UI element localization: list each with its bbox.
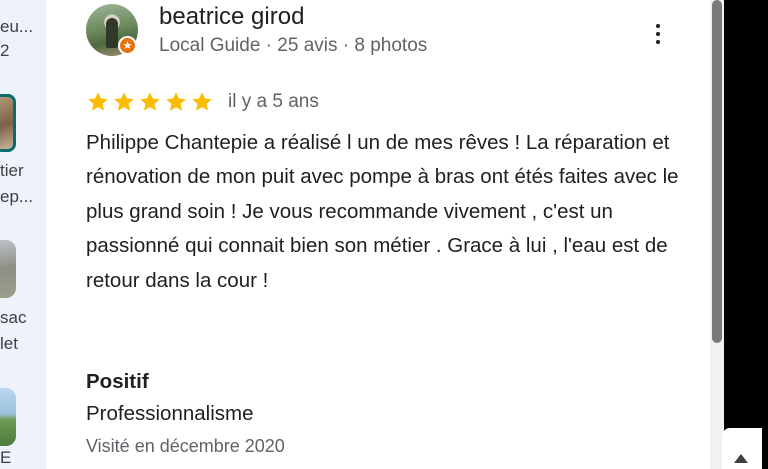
attribute-value: Professionnalisme <box>86 402 254 425</box>
star-rating <box>86 90 214 114</box>
reviewer-meta: Local Guide · 25 avis · 8 photos <box>159 35 428 56</box>
review-time: il y a 5 ans <box>228 91 319 112</box>
sidebar-fragment: ep... <box>0 187 34 206</box>
more-options-button[interactable] <box>642 16 674 52</box>
sidebar-fragment: 2 <box>0 41 10 60</box>
places-sidebar: eu... 2 tier ep... sac let E <box>0 0 46 469</box>
avatar-figure <box>106 18 118 48</box>
review-card: ★ beatrice girod Local Guide · 25 avis ·… <box>46 0 710 469</box>
sidebar-fragment: tier <box>0 161 24 180</box>
star-icon <box>166 92 186 111</box>
place-thumbnail[interactable] <box>0 94 16 152</box>
sidebar-fragment: let <box>0 334 18 353</box>
visited-date: Visité en décembre 2020 <box>86 436 285 456</box>
sidebar-fragment: E <box>0 448 12 467</box>
scrollbar-thumb[interactable] <box>712 0 722 343</box>
more-vert-icon <box>656 24 660 28</box>
collapse-button[interactable] <box>722 428 762 469</box>
chevron-up-icon <box>734 454 748 463</box>
attribute-heading: Positif <box>86 370 149 393</box>
star-icon <box>140 92 160 111</box>
sidebar-fragment: eu... <box>0 17 34 36</box>
place-thumbnail[interactable] <box>0 388 16 446</box>
reviewer-name[interactable]: beatrice girod <box>159 2 304 32</box>
window-edge <box>724 0 768 469</box>
star-icon <box>192 92 212 111</box>
place-thumbnail[interactable] <box>0 240 16 298</box>
star-icon <box>114 92 134 111</box>
star-icon <box>88 92 108 111</box>
local-guide-star-icon: ★ <box>118 36 137 55</box>
sidebar-fragment: sac <box>0 308 27 327</box>
rating-row: il y a 5 ans <box>86 88 319 116</box>
review-text: Philippe Chantepie a réalisé l un de mes… <box>86 131 679 292</box>
